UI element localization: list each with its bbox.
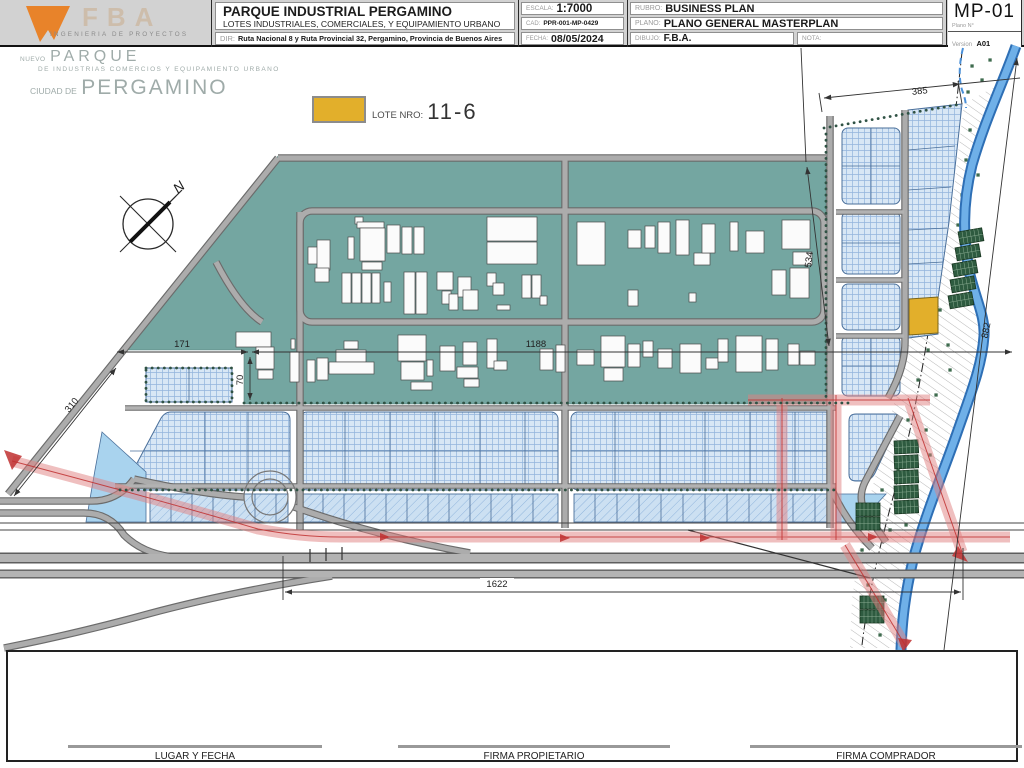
dim-1622: 1622 [486, 579, 507, 590]
compass-north-label: N [170, 177, 189, 196]
north-compass-icon: N [119, 177, 189, 253]
dim-882: 882 [980, 322, 994, 340]
signature-label-comprador: FIRMA COMPRADOR [836, 751, 936, 762]
signature-label-lugar: LUGAR Y FECHA [154, 751, 236, 762]
stream-dashed-line [958, 47, 967, 109]
highlighted-lot-11-6 [908, 296, 939, 336]
masterplan-sheet: FBA INGENIERIA DE PROYECTOS PARQUE INDUS… [0, 0, 1024, 768]
dim-385: 385 [911, 85, 928, 98]
dim-70: 70 [235, 375, 246, 386]
dim-1188: 1188 [526, 339, 546, 350]
signature-box: LUGAR Y FECHA FIRMA PROPIETARIO FIRMA CO… [6, 650, 1022, 762]
dim-534: 534 [803, 251, 816, 268]
signature-line [750, 745, 1022, 748]
dim-171: 171 [174, 339, 190, 350]
signature-line [398, 745, 670, 748]
signature-label-propietario: FIRMA PROPIETARIO [483, 751, 585, 762]
signature-line [68, 745, 322, 748]
